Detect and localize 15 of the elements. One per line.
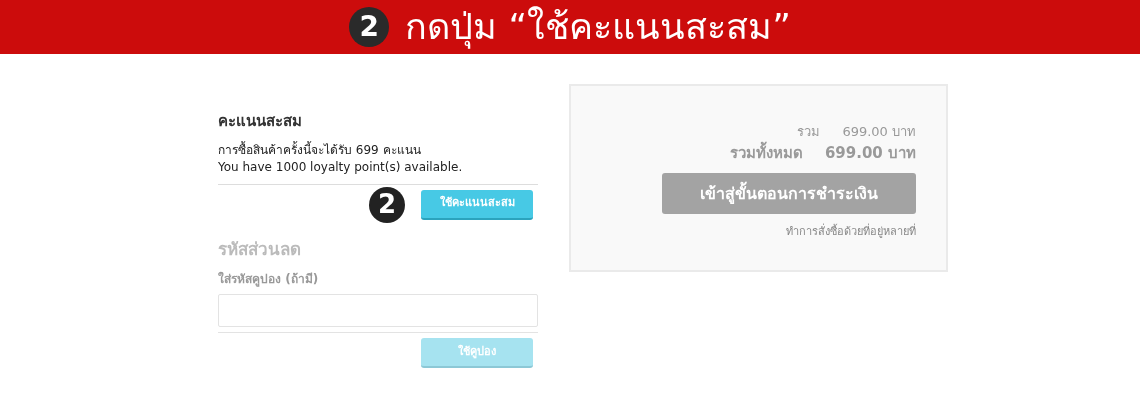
subtotal-value: 699.00 บาท [842,123,916,141]
step-badge: 2 [349,7,390,47]
multi-address-link[interactable]: ทำการสั่งซื้อด้วยที่อยู่หลายที่ [786,224,916,241]
checkout-button[interactable]: เข้าสู่ขั้นตอนการชำระเงิน [662,173,916,214]
field-label: ใส่รหัสคูปอง (ถ้ามี) [218,270,320,288]
points-available-text: You have 1000 loyalty point(s) available. [218,158,464,176]
coupon-input-field[interactable] [218,294,538,327]
use-points-button[interactable]: ใช้คะแนนสะสม [421,189,533,220]
subtotal-label: รวม [797,123,821,141]
section-title: รหัสส่วนลด [218,237,302,261]
points-earn-text: การซื้อสินค้าครั้งนี้จะได้รับ 699 คะแนน [218,141,422,159]
total-label: รวมทั้งหมด [729,141,803,164]
total-value: 699.00 บาท [824,142,916,164]
step-badge: 2 [369,186,405,223]
section-title: คะแนนสะสม [218,111,303,132]
